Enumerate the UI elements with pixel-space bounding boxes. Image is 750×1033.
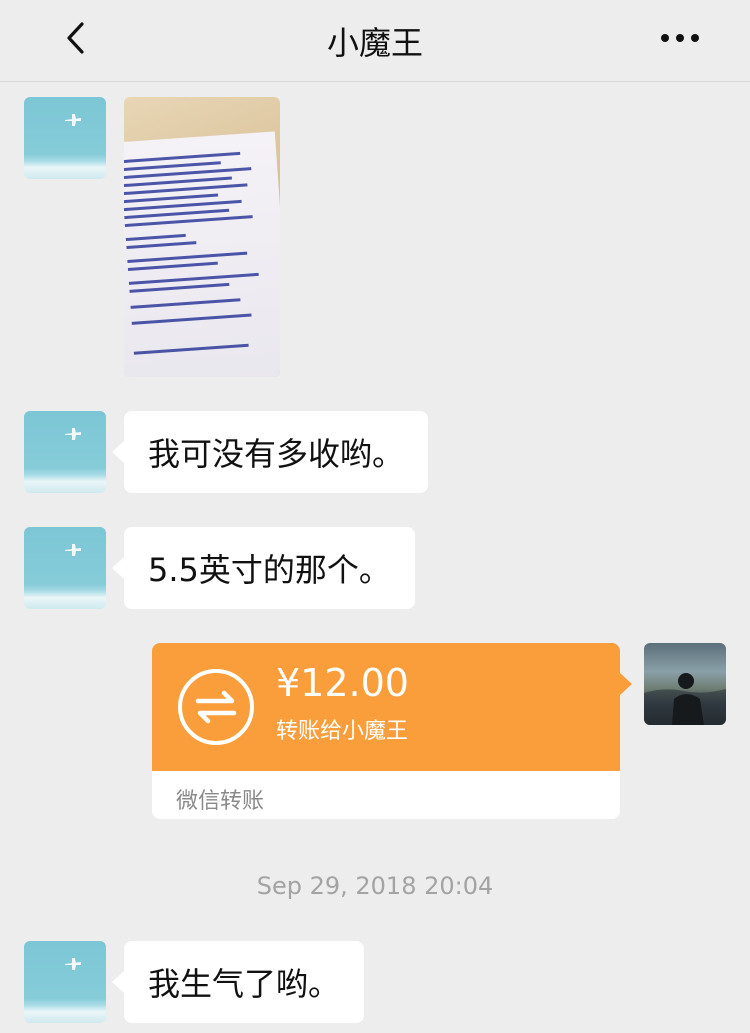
text-message[interactable]: 我生气了哟。 bbox=[111, 941, 365, 1023]
receipt-photo bbox=[124, 131, 280, 377]
transfer-amount: ¥12.00 bbox=[276, 661, 409, 705]
transfer-description: 转账给小魔王 bbox=[276, 719, 409, 744]
transfer-arrows-icon bbox=[178, 669, 254, 745]
airplane-icon bbox=[65, 544, 81, 556]
contact-avatar[interactable] bbox=[24, 97, 106, 179]
chat-title: 小魔王 bbox=[326, 24, 423, 62]
chat-screen: 小魔王 我可没有多收哟。 5.5英寸的那个。 ¥12.00 转账给小魔王 微信转… bbox=[0, 0, 750, 1033]
timestamp: Sep 29, 2018 20:04 bbox=[256, 872, 494, 900]
person-silhouette-icon bbox=[644, 673, 726, 725]
airplane-icon bbox=[65, 114, 81, 126]
nav-bar: 小魔王 bbox=[0, 0, 750, 82]
text-message[interactable]: 我可没有多收哟。 bbox=[111, 411, 429, 493]
transfer-footer: 微信转账 bbox=[176, 789, 265, 814]
image-message[interactable] bbox=[124, 97, 280, 377]
my-avatar[interactable] bbox=[644, 643, 726, 725]
contact-avatar[interactable] bbox=[24, 411, 106, 493]
contact-avatar[interactable] bbox=[24, 941, 106, 1023]
airplane-icon bbox=[65, 428, 81, 440]
more-dots-icon bbox=[661, 34, 699, 42]
airplane-icon bbox=[65, 958, 81, 970]
contact-avatar[interactable] bbox=[24, 527, 106, 609]
more-button[interactable] bbox=[650, 16, 710, 60]
transfer-card[interactable]: ¥12.00 转账给小魔王 微信转账 bbox=[152, 643, 632, 819]
text-message[interactable]: 5.5英寸的那个。 bbox=[112, 527, 415, 609]
